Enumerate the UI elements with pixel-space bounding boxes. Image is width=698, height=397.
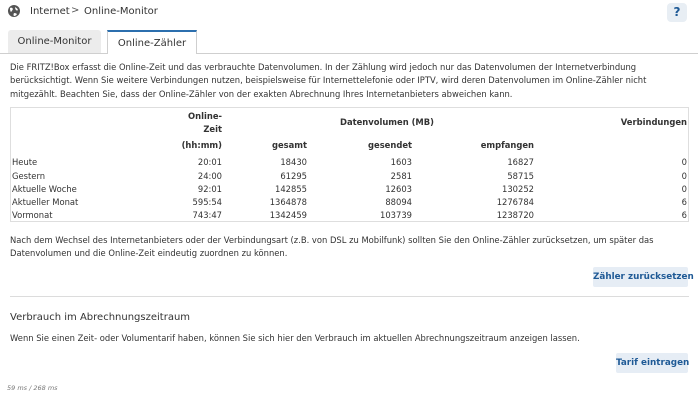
tab-bar: Online-Monitor Online-Zähler <box>0 30 698 54</box>
header-time: Zeit <box>203 124 222 134</box>
row-time: 20:01 <box>197 157 222 167</box>
header-data-volume: Datenvolumen (MB) <box>340 117 434 127</box>
row-total: 1342459 <box>269 210 307 220</box>
reset-note: Nach dem Wechsel des Internetanbieters o… <box>10 235 654 259</box>
row-label: Aktueller Monat <box>12 197 79 207</box>
row-time: 595:54 <box>192 197 222 207</box>
row-label: Heute <box>12 157 38 167</box>
timing-info: 59 ms / 268 ms <box>7 384 58 392</box>
row-total: 142855 <box>275 184 307 194</box>
row-connections: 0 <box>681 184 687 194</box>
row-label: Aktuelle Woche <box>12 184 77 194</box>
row-total: 18430 <box>280 157 307 167</box>
online-counter-table: Online- Zeit (hh:mm) Datenvolumen (MB) g… <box>10 107 689 222</box>
row-sent: 103739 <box>380 210 412 220</box>
header-sent: gesendet <box>368 140 412 150</box>
row-received: 58715 <box>507 171 534 181</box>
header-received: empfangen <box>480 140 534 150</box>
row-time: 743:47 <box>192 210 222 220</box>
row-connections: 0 <box>681 171 687 181</box>
tab-divider <box>0 53 698 54</box>
row-sent: 2581 <box>390 171 412 181</box>
row-received: 1238720 <box>496 210 534 220</box>
row-sent: 12603 <box>385 184 412 194</box>
breadcrumb-internet[interactable]: Internet <box>30 6 70 17</box>
row-received: 16827 <box>507 157 534 167</box>
breadcrumb-separator: > <box>71 5 80 16</box>
row-connections: 6 <box>681 210 687 220</box>
tab-online-monitor[interactable]: Online-Monitor <box>8 30 101 54</box>
header-connections: Verbindungen <box>620 117 687 127</box>
row-connections: 0 <box>681 157 687 167</box>
top-bar: Internet > Online-Monitor ? <box>0 0 698 26</box>
row-connections: 6 <box>681 197 687 207</box>
header-online: Online- <box>188 111 222 121</box>
row-label: Vormonat <box>12 210 53 220</box>
row-received: 130252 <box>502 184 534 194</box>
billing-section-text: Wenn Sie einen Zeit- oder Volumentarif h… <box>10 333 580 343</box>
row-total: 61295 <box>280 171 307 181</box>
billing-section-title: Verbrauch im Abrechnungszeitraum <box>10 312 191 323</box>
row-time: 92:01 <box>197 184 222 194</box>
reset-counter-button[interactable]: Zähler zurücksetzen <box>593 267 694 287</box>
section-divider <box>10 296 689 297</box>
help-button[interactable]: ? <box>667 3 687 22</box>
row-sent: 88094 <box>385 197 412 207</box>
row-label: Gestern <box>12 171 46 181</box>
intro-text: Die FRITZ!Box erfasst die Online-Zeit un… <box>10 62 647 99</box>
row-total: 1364878 <box>269 197 307 207</box>
header-time-unit: (hh:mm) <box>181 140 222 150</box>
row-received: 1276784 <box>496 197 534 207</box>
tab-online-zaehler[interactable]: Online-Zähler <box>107 30 197 54</box>
breadcrumb-current: Online-Monitor <box>84 6 158 17</box>
row-sent: 1603 <box>390 157 412 167</box>
header-total: gesamt <box>271 140 307 150</box>
row-time: 24:00 <box>197 171 222 181</box>
enter-tariff-button[interactable]: Tarif eintragen <box>616 353 689 373</box>
globe-icon <box>8 5 20 17</box>
